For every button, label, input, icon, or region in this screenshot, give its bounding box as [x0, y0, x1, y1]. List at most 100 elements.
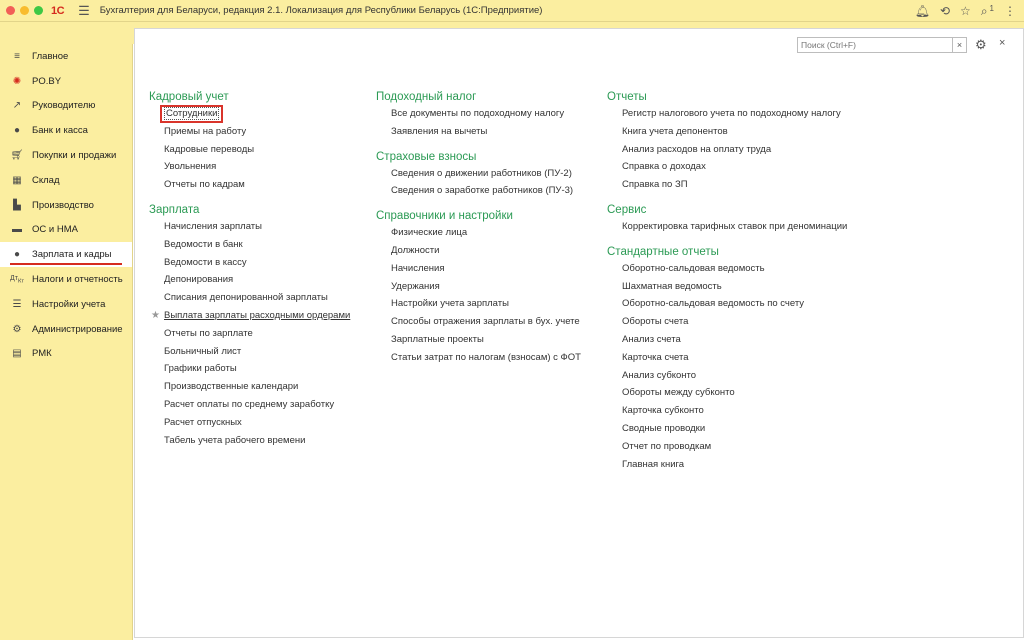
link-label: Сотрудники — [164, 107, 220, 120]
sidebar-item-production[interactable]: ▙ Производство — [0, 193, 132, 218]
link-positions[interactable]: Должности — [376, 242, 581, 260]
sidebar-item-label: Главное — [32, 50, 69, 62]
sidebar: ≡ Главное ✺ PO.BY ↗ Руководителю ● Банк и ка… — [0, 44, 133, 640]
search-clear-button[interactable]: × — [953, 37, 967, 53]
sidebar-item-salary[interactable]: ● Зарплата и кадры — [0, 242, 132, 268]
link-calendars[interactable]: Производственные календари — [149, 378, 350, 396]
cart-icon: 🛒︎ — [10, 150, 24, 162]
link-account-turnover[interactable]: Обороты счета — [607, 313, 847, 331]
sidebar-item-po-by[interactable]: ✺ PO.BY — [0, 69, 132, 94]
sidebar-item-settings[interactable]: ☰ Настройки учета — [0, 292, 132, 317]
more-icon[interactable]: ⋮ — [1004, 4, 1016, 18]
link-account-analysis[interactable]: Анализ счета — [607, 331, 847, 349]
po-by-icon: ✺ — [12, 75, 22, 87]
pos-icon: ▤ — [12, 348, 22, 360]
highlight-box: Сотрудники — [160, 105, 224, 123]
sidebar-item-label: ОС и НМА — [32, 224, 78, 236]
sidebar-item-bank[interactable]: ● Банк и касса — [0, 118, 132, 143]
link-subconto-turnover[interactable]: Обороты между субконто — [607, 384, 847, 402]
link-dismissals[interactable]: Увольнения — [149, 158, 350, 176]
sidebar-item-admin[interactable]: ⚙ Администрирование — [0, 317, 132, 342]
search-input[interactable] — [797, 37, 953, 53]
sidebar-item-label: РМК — [32, 348, 52, 360]
link-schedules[interactable]: Графики работы — [149, 360, 350, 378]
link-general-ledger[interactable]: Главная книга — [607, 456, 847, 474]
link-deposits[interactable]: Депонирования — [149, 271, 350, 289]
section-title-podoh: Подоходный налог — [376, 91, 477, 103]
link-labor-cost-analysis[interactable]: Анализ расходов на оплату труда — [607, 141, 847, 159]
link-income-certificate[interactable]: Справка о доходах — [607, 158, 847, 176]
sidebar-item-assets[interactable]: ▬ ОС и НМА — [0, 218, 132, 243]
link-chess-sheet[interactable]: Шахматная ведомость — [607, 278, 847, 296]
link-vacation-pay[interactable]: Расчет отпускных — [149, 414, 350, 432]
link-payroll-settings[interactable]: Настройки учета зарплаты — [376, 295, 581, 313]
sidebar-item-pos[interactable]: ▤ РМК — [0, 342, 132, 367]
link-depositors-book[interactable]: Книга учета депонентов — [607, 123, 847, 141]
section-title-servis: Сервис — [607, 203, 647, 216]
column-1: Кадровый учет Сотрудники Приемы на работ… — [149, 89, 350, 449]
link-subconto-analysis[interactable]: Анализ субконто — [607, 367, 847, 385]
hamburger-menu-icon[interactable]: ☰ — [78, 3, 90, 19]
link-individuals[interactable]: Физические лица — [376, 224, 581, 242]
link-payroll-reports[interactable]: Отчеты по зарплате — [149, 325, 350, 343]
sidebar-item-label: Налоги и отчетность — [32, 274, 123, 286]
link-sick-leave[interactable]: Больничный лист — [149, 343, 350, 361]
link-hr-reports[interactable]: Отчеты по кадрам — [149, 176, 350, 194]
minimize-window-button[interactable] — [20, 6, 29, 15]
bell-icon[interactable]: 🔔︎ — [915, 4, 930, 18]
link-tax-register[interactable]: Регистр налогового учета по подоходному … — [607, 105, 847, 123]
link-income-tax-docs[interactable]: Все документы по подоходному налогу — [376, 105, 581, 123]
link-average-pay[interactable]: Расчет оплаты по среднему заработку — [149, 396, 350, 414]
link-label: Выплата зарплаты расходными ордерами — [164, 309, 351, 321]
link-payroll-accounting[interactable]: Способы отражения зарплаты в бух. учете — [376, 313, 581, 331]
link-employees[interactable]: Сотрудники — [149, 105, 350, 123]
link-deductions[interactable]: Удержания — [376, 278, 581, 296]
window-title: Бухгалтерия для Беларуси, редакция 2.1. … — [99, 5, 543, 16]
link-payroll[interactable]: Начисления зарплаты — [149, 218, 350, 236]
content-panel: × ⚙ × Кадровый учет Сотрудники Приемы на… — [134, 28, 1024, 638]
link-deposit-writeoffs[interactable]: Списания депонированной зарплаты — [149, 289, 350, 307]
sidebar-item-taxes[interactable]: ДтКт Налоги и отчетность — [0, 267, 132, 292]
history-icon[interactable]: ⟲ — [940, 4, 950, 18]
link-summary-entries[interactable]: Сводные проводки — [607, 420, 847, 438]
sidebar-item-warehouse[interactable]: ▦ Склад — [0, 168, 132, 193]
close-window-button[interactable] — [6, 6, 15, 15]
star-icon[interactable]: ☆ — [960, 4, 971, 18]
link-deduction-requests[interactable]: Заявления на вычеты — [376, 123, 581, 141]
link-subconto-card[interactable]: Карточка субконто — [607, 402, 847, 420]
gear-icon[interactable]: ⚙ — [975, 37, 987, 53]
sidebar-item-manager[interactable]: ↗ Руководителю — [0, 94, 132, 119]
app-logo: 1С — [51, 4, 65, 17]
link-account-card[interactable]: Карточка счета — [607, 349, 847, 367]
link-account-balance[interactable]: Оборотно-сальдовая ведомость по счету — [607, 295, 847, 313]
link-trial-balance[interactable]: Оборотно-сальдовая ведомость — [607, 260, 847, 278]
window-controls — [6, 6, 43, 15]
link-pu2[interactable]: Сведения о движении работников (ПУ-2) — [376, 165, 581, 183]
close-icon[interactable]: × — [999, 37, 1005, 49]
link-salary-certificate[interactable]: Справка по ЗП — [607, 176, 847, 194]
link-pu3[interactable]: Сведения о заработке работников (ПУ-3) — [376, 182, 581, 200]
link-timesheet[interactable]: Табель учета рабочего времени — [149, 432, 350, 450]
sidebar-item-label: Покупки и продажи — [32, 150, 117, 162]
link-tariff-correction[interactable]: Корректировка тарифных ставок при деноми… — [607, 218, 847, 236]
link-bank-statements[interactable]: Ведомости в банк — [149, 236, 350, 254]
link-salary-projects[interactable]: Зарплатные проекты — [376, 331, 581, 349]
sidebar-item-label: Зарплата и кадры — [32, 249, 112, 261]
settings-list-icon: ☰ — [12, 298, 22, 310]
link-entries-report[interactable]: Отчет по проводкам — [607, 438, 847, 456]
maximize-window-button[interactable] — [34, 6, 43, 15]
link-hiring[interactable]: Приемы на работу — [149, 123, 350, 141]
link-accruals[interactable]: Начисления — [376, 260, 581, 278]
search-icon[interactable]: ⌕ — [981, 4, 988, 19]
link-cost-items[interactable]: Статьи затрат по налогам (взносам) с ФОТ — [376, 349, 581, 367]
section-title-sprav: Справочники и настройки — [376, 210, 513, 223]
sidebar-item-label: Производство — [32, 199, 94, 211]
link-cash-statements[interactable]: Ведомости в кассу — [149, 254, 350, 272]
link-cash-payouts[interactable]: ★ Выплата зарплаты расходными ордерами — [149, 307, 350, 325]
link-transfers[interactable]: Кадровые переводы — [149, 141, 350, 159]
section-title-kadr: Кадровый учет — [149, 91, 229, 103]
sidebar-item-purchases[interactable]: 🛒︎ Покупки и продажи — [0, 143, 132, 168]
tax-icon: ДтКт — [10, 274, 25, 285]
sidebar-item-main[interactable]: ≡ Главное — [0, 44, 132, 69]
coin-icon: ● — [13, 125, 21, 137]
